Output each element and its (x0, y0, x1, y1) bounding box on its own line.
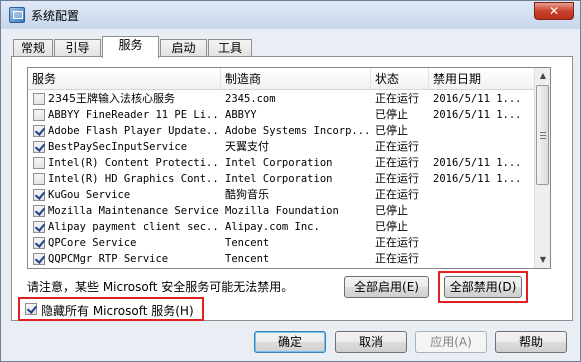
service-manufacturer: 酷狗音乐 (225, 188, 269, 201)
service-name: 2345王牌输入法核心服务 (48, 92, 175, 105)
service-disabled-date (433, 203, 533, 219)
service-checkbox[interactable] (33, 173, 45, 185)
close-button[interactable]: ✕ (534, 2, 574, 20)
service-row[interactable]: ABBYY FineReader 11 PE Li... ABBYY 已停止 2016… (28, 107, 535, 123)
enable-all-button[interactable]: 全部启用(E) (344, 276, 429, 298)
service-disabled-date (433, 235, 533, 251)
service-name: Adobe Flash Player Update... (48, 125, 220, 137)
security-note: 请注意，某些 Microsoft 安全服务可能无法禁用。 (27, 280, 294, 294)
service-checkbox[interactable] (33, 221, 45, 233)
service-manufacturer: Alipay.com Inc. (225, 221, 320, 233)
column-header-manufacturer[interactable]: 制造商 (221, 68, 371, 90)
service-status: 正在运行 (375, 188, 419, 201)
service-row[interactable]: Intel(R) HD Graphics Cont... Intel Corpor… (28, 171, 535, 187)
service-manufacturer: Mozilla Foundation (225, 205, 339, 217)
service-checkbox[interactable] (33, 205, 45, 217)
services-list[interactable]: 服务 制造商 状态 禁用日期 2345王牌输入法核心服务 2345.com 正在运行… (27, 67, 551, 269)
scroll-down-icon[interactable]: ▼ (535, 252, 550, 268)
help-button[interactable]: 帮助 (495, 331, 567, 353)
service-name: BestPaySecInputService (48, 141, 188, 153)
hide-ms-label: 隐藏所有 Microsoft 服务(H) (41, 304, 194, 318)
service-status: 正在运行 (375, 236, 419, 249)
scroll-grip-icon (540, 132, 546, 139)
service-row[interactable]: Alipay payment client sec... Alipay.com I… (28, 219, 535, 235)
service-disabled-date (433, 123, 533, 139)
service-status: 已停止 (375, 220, 408, 233)
column-header-disabled-date[interactable]: 禁用日期 (429, 68, 535, 90)
service-row[interactable]: BestPaySecInputService 天翼支付 正在运行 (28, 139, 535, 155)
service-manufacturer: 天翼支付 (225, 140, 269, 153)
service-checkbox[interactable] (33, 125, 45, 137)
service-disabled-date: 2016/5/11 1... (433, 173, 522, 185)
service-disabled-date (433, 187, 533, 203)
tab-services[interactable]: 服务 (102, 36, 159, 58)
service-row[interactable]: KuGou Service 酷狗音乐 正在运行 (28, 187, 535, 203)
service-disabled-date: 2016/5/11 1... (433, 157, 522, 169)
service-manufacturer: 2345.com (225, 93, 276, 105)
service-checkbox[interactable] (33, 157, 45, 169)
title-bar[interactable]: 系统配置 ✕ (1, 1, 580, 29)
service-disabled-date: 2016/5/11 1... (433, 93, 522, 105)
scroll-thumb[interactable] (536, 85, 549, 185)
service-disabled-date (433, 219, 533, 235)
service-manufacturer: ABBYY (225, 109, 257, 121)
service-name: QQPCMgr RTP Service (48, 253, 169, 265)
service-name: Intel(R) HD Graphics Cont... (48, 173, 220, 185)
column-header-status[interactable]: 状态 (371, 68, 429, 90)
service-disabled-date (433, 251, 533, 267)
service-name: Alipay payment client sec... (48, 221, 220, 233)
service-rows: 2345王牌输入法核心服务 2345.com 正在运行 2016/5/11 1... A… (28, 91, 535, 267)
service-status: 已停止 (375, 108, 408, 121)
service-disabled-date: 2016/5/11 1... (433, 109, 522, 121)
service-row[interactable]: Intel(R) Content Protecti... Intel Corpor… (28, 155, 535, 171)
service-manufacturer: Adobe Systems Incorp... (225, 125, 370, 137)
service-name: QPCore Service (48, 237, 137, 249)
service-row[interactable]: Adobe Flash Player Update... Adobe System… (28, 123, 535, 139)
service-checkbox[interactable] (33, 253, 45, 265)
list-header: 服务 制造商 状态 禁用日期 (28, 68, 535, 90)
service-name: Mozilla Maintenance Service (48, 205, 219, 217)
service-manufacturer: Intel Corporation (225, 157, 333, 169)
service-row[interactable]: QQPCMgr RTP Service Tencent 正在运行 (28, 251, 535, 267)
service-checkbox[interactable] (33, 109, 45, 121)
service-status: 正在运行 (375, 172, 419, 185)
service-status: 已停止 (375, 124, 408, 137)
service-name: KuGou Service (48, 189, 131, 201)
service-row[interactable]: QPCore Service Tencent 正在运行 (28, 235, 535, 251)
service-row[interactable]: 2345王牌输入法核心服务 2345.com 正在运行 2016/5/11 1... (28, 91, 535, 107)
service-manufacturer: Intel Corporation (225, 173, 333, 185)
ok-button[interactable]: 确定 (254, 331, 326, 353)
service-checkbox[interactable] (33, 93, 45, 105)
cancel-button[interactable]: 取消 (335, 331, 407, 353)
service-status: 正在运行 (375, 156, 419, 169)
hide-ms-checkbox-box[interactable] (25, 303, 37, 315)
apply-button[interactable]: 应用(A) (415, 331, 487, 353)
service-name: Intel(R) Content Protecti... (48, 157, 220, 169)
service-manufacturer: Tencent (225, 253, 270, 265)
column-header-service[interactable]: 服务 (28, 68, 221, 90)
system-config-window: 系统配置 ✕ 常规 引导 服务 启动 工具 服务 制造商 状态 禁用日期 234… (0, 0, 581, 362)
service-checkbox[interactable] (33, 237, 45, 249)
service-status: 正在运行 (375, 140, 419, 153)
service-row[interactable]: Mozilla Maintenance Service Mozilla Found… (28, 203, 535, 219)
system-config-icon (9, 7, 25, 23)
service-status: 正在运行 (375, 92, 419, 105)
service-name: ABBYY FineReader 11 PE Li... (48, 109, 220, 121)
service-status: 已停止 (375, 204, 408, 217)
scroll-up-icon[interactable]: ▲ (535, 68, 550, 84)
vertical-scrollbar[interactable]: ▲ ▼ (534, 68, 550, 268)
disable-all-button[interactable]: 全部禁用(D) (444, 276, 522, 298)
service-checkbox[interactable] (33, 189, 45, 201)
service-manufacturer: Tencent (225, 237, 270, 249)
service-status: 正在运行 (375, 252, 419, 265)
window-title: 系统配置 (31, 9, 80, 23)
service-checkbox[interactable] (33, 141, 45, 153)
service-disabled-date (433, 139, 533, 155)
